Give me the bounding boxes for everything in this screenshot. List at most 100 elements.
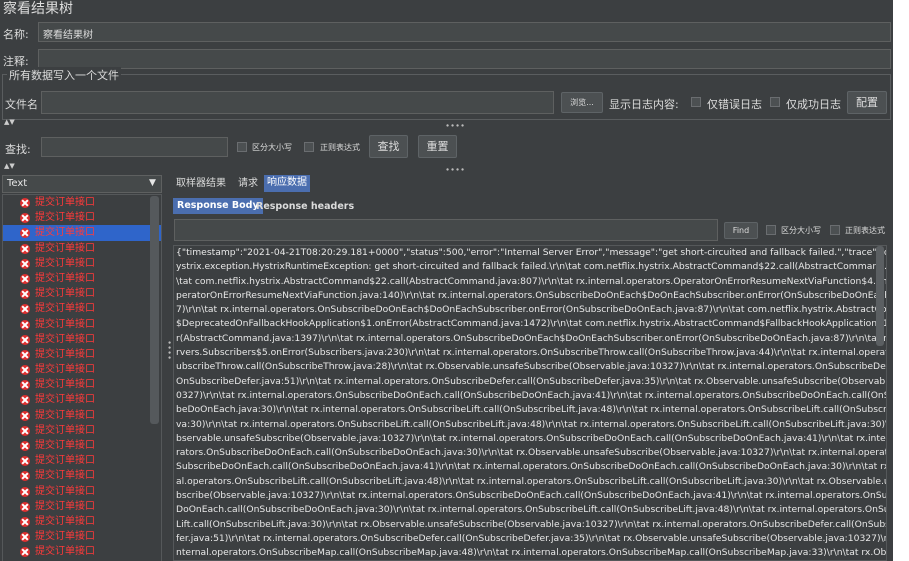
tree-item[interactable]: 提交订单接口 — [3, 438, 161, 453]
tree-item[interactable]: 提交订单接口 — [3, 241, 161, 256]
tree-item[interactable]: 提交订单接口 — [3, 408, 161, 423]
tree-item[interactable]: 提交订单接口 — [3, 423, 161, 438]
tab-request[interactable]: 请求 — [235, 176, 261, 193]
tree-item-label: 提交订单接口 — [35, 318, 95, 330]
tree-item-label: 提交订单接口 — [35, 364, 95, 376]
response-line: 0327)\r\n\tat rx.internal.operators.OnSu… — [176, 389, 886, 401]
error-icon — [20, 213, 30, 224]
response-regex-label: 正则表达式 — [845, 226, 885, 235]
name-field[interactable]: 察看结果树 — [38, 22, 891, 42]
tab-response-headers[interactable]: Response headers — [252, 199, 358, 215]
success-only-checkbox[interactable] — [770, 97, 780, 107]
error-icon — [20, 228, 30, 239]
error-icon — [20, 304, 30, 315]
response-line: va:30)\r\n\tat rx.internal.operators.OnS… — [176, 418, 886, 430]
tree-item[interactable]: 提交订单接口 — [3, 362, 161, 377]
error-icon — [20, 471, 30, 482]
tree-item[interactable]: 提交订单接口 — [3, 210, 161, 225]
response-line: ystrix.exception.HystrixRuntimeException… — [176, 261, 886, 273]
tree-item[interactable]: 提交订单接口 — [3, 256, 161, 271]
response-search-input[interactable] — [174, 219, 718, 241]
tree-item[interactable]: 提交订单接口 — [3, 317, 161, 332]
response-regex-checkbox[interactable] — [830, 225, 840, 235]
tree-item[interactable]: 提交订单接口 — [3, 514, 161, 529]
tree-item-label: 提交订单接口 — [35, 515, 95, 527]
response-line: {"timestamp":"2021-04-21T08:20:29.181+00… — [176, 247, 886, 258]
tree-item[interactable]: 提交订单接口 — [3, 347, 161, 362]
renderer-select[interactable]: Text ▼ — [2, 175, 162, 193]
regex-label: 正则表达式 — [320, 143, 360, 152]
response-find-button[interactable]: Find — [724, 222, 758, 239]
tree-item[interactable]: 提交订单接口 — [3, 377, 161, 392]
response-line: ubscribeThrow.call(OnSubscribeThrow.java… — [176, 361, 886, 373]
splitter-grip-icon-2[interactable]: ∙∙∙∙ — [445, 165, 465, 174]
tree-item-label: 提交订单接口 — [35, 303, 95, 315]
response-line: Lift.call(OnSubscribeLift.java:30)\r\n\t… — [176, 518, 886, 530]
tree-item-label: 提交订单接口 — [35, 394, 95, 406]
error-icon — [20, 365, 30, 376]
response-line: peratorOnErrorResumeNextViaFunction.java… — [176, 289, 886, 301]
tab-response-data[interactable]: 响应数据 — [264, 175, 310, 192]
error-icon — [20, 380, 30, 391]
reset-button[interactable]: 重置 — [418, 135, 457, 158]
response-scrollbar[interactable] — [876, 246, 884, 346]
response-case-checkbox[interactable] — [766, 225, 776, 235]
view-results-tree-panel: 察看结果树 名称: 察看结果树 注释: 所有数据写入一个文件 文件名 浏览...… — [0, 0, 893, 561]
results-tree: 提交订单接口 提交订单接口 提交订单接口 提交订单接口 提交订单接口 提交订单接口 提交订单… — [2, 194, 162, 561]
response-body-text[interactable]: {"timestamp":"2021-04-21T08:20:29.181+00… — [173, 245, 887, 561]
tree-item[interactable]: 提交订单接口 — [3, 484, 161, 499]
configure-button[interactable]: 配置 — [847, 91, 887, 114]
tree-item-label: 提交订单接口 — [35, 500, 95, 512]
comment-field[interactable] — [38, 49, 891, 69]
tree-item[interactable]: 提交订单接口 — [3, 225, 161, 241]
response-line: DoOnEach.call(OnSubscribeDoOnEach.java:3… — [176, 504, 886, 516]
errors-only-checkbox[interactable] — [691, 97, 701, 107]
tree-item[interactable]: 提交订单接口 — [3, 453, 161, 468]
collapse-arrows-2[interactable]: ▲▼ — [4, 163, 15, 170]
error-icon — [20, 319, 30, 330]
response-line: al.operators.OnSubscribeLift.call(OnSubs… — [176, 475, 886, 487]
regex-checkbox[interactable] — [304, 142, 314, 152]
tree-item[interactable]: 提交订单接口 — [3, 195, 161, 210]
error-icon — [20, 516, 30, 527]
tree-item-label: 提交订单接口 — [35, 288, 95, 300]
tree-item[interactable]: 提交订单接口 — [3, 271, 161, 286]
tree-item[interactable]: 提交订单接口 — [3, 392, 161, 407]
error-icon — [20, 486, 30, 497]
chevron-down-icon[interactable]: ▼ — [149, 178, 156, 188]
response-line: beDoOnEach.java:30)\r\n\tat rx.internal.… — [176, 404, 886, 416]
case-sensitive-checkbox[interactable] — [237, 142, 247, 152]
error-icon — [20, 501, 30, 512]
error-icon — [20, 243, 30, 254]
error-icon — [20, 410, 30, 421]
splitter-grip-icon[interactable]: ∙∙∙∙ — [445, 121, 465, 130]
find-button[interactable]: 查找 — [369, 135, 408, 158]
tree-item-label: 提交订单接口 — [35, 333, 95, 345]
tree-item-label: 提交订单接口 — [35, 212, 95, 224]
response-line: rvers.Subscribers$5.onError(Subscribers.… — [176, 347, 886, 359]
tree-item[interactable]: 提交订单接口 — [3, 332, 161, 347]
tree-item-label: 提交订单接口 — [35, 546, 95, 558]
tree-item[interactable]: 提交订单接口 — [3, 544, 161, 559]
tree-item[interactable]: 提交订单接口 — [3, 529, 161, 544]
tree-item-label: 提交订单接口 — [35, 470, 95, 482]
tree-item-label: 提交订单接口 — [35, 485, 95, 497]
tab-response-body[interactable]: Response Body — [173, 198, 263, 214]
error-icon — [20, 258, 30, 269]
tree-item[interactable]: 提交订单接口 — [3, 499, 161, 514]
browse-button[interactable]: 浏览... — [561, 92, 603, 113]
tab-sampler-result[interactable]: 取样器结果 — [173, 176, 229, 193]
tree-item[interactable]: 提交订单接口 — [3, 468, 161, 483]
name-label: 名称: — [3, 28, 29, 41]
response-line: bscribe(Observable.java:10327)\r\n\tat r… — [176, 490, 886, 502]
collapse-arrows[interactable]: ▲▼ — [4, 119, 15, 126]
error-icon — [20, 456, 30, 467]
tree-scrollbar[interactable] — [150, 196, 159, 424]
search-label: 查找: — [5, 143, 31, 156]
error-icon — [20, 395, 30, 406]
filename-field[interactable] — [41, 91, 554, 114]
tree-item[interactable]: 提交订单接口 — [3, 301, 161, 316]
search-input[interactable] — [41, 137, 228, 157]
tree-item[interactable]: 提交订单接口 — [3, 286, 161, 301]
error-icon — [20, 289, 30, 300]
